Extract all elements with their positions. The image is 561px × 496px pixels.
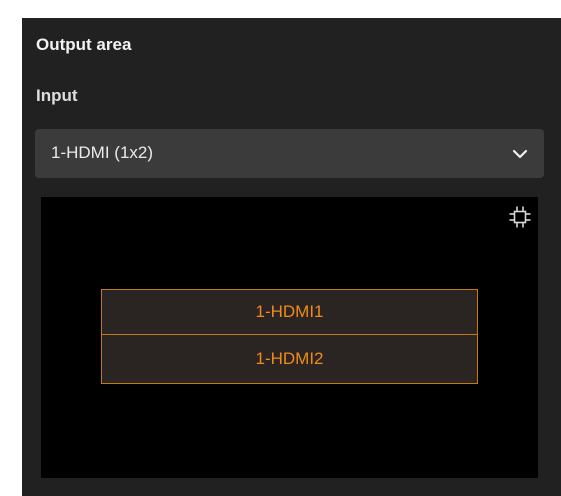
output-preview: 1-HDMI1 1-HDMI2 [41,197,538,478]
panel-title: Output area [36,35,132,54]
fit-screen-icon[interactable] [508,205,532,229]
output-window-label: 1-HDMI1 [255,302,324,321]
output-area-panel: Output area Input 1-HDMI (1x2) 1-HDMI1 1… [22,18,561,496]
input-label: Input [36,86,78,105]
output-window-2[interactable]: 1-HDMI2 [101,335,478,384]
window-layout: 1-HDMI1 1-HDMI2 [101,289,478,384]
input-select[interactable]: 1-HDMI (1x2) [35,129,544,178]
input-select-value: 1-HDMI (1x2) [51,143,154,162]
output-window-label: 1-HDMI2 [255,349,324,368]
output-window-1[interactable]: 1-HDMI1 [101,289,478,335]
chevron-down-icon [512,149,528,159]
